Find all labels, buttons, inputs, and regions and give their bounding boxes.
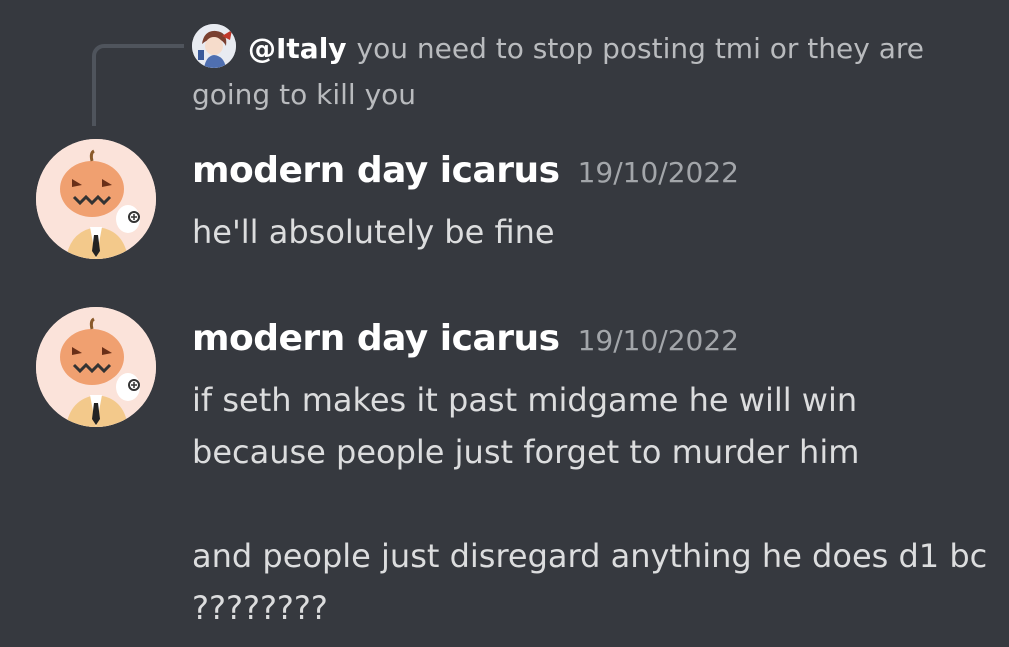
message-header: modern day icarus 19/10/2022	[192, 150, 739, 198]
timestamp[interactable]: 19/10/2022	[578, 324, 739, 357]
pumpkin-head-avatar-icon	[36, 139, 156, 259]
reply-connector-line	[92, 44, 184, 126]
pumpkin-head-avatar-icon	[36, 307, 156, 427]
avatar[interactable]	[36, 307, 156, 427]
message-header: modern day icarus 19/10/2022	[192, 318, 739, 366]
anime-character-avatar-icon	[192, 24, 236, 68]
chat-log: @Italy you need to stop posting tmi or th…	[0, 0, 1009, 647]
avatar[interactable]	[36, 139, 156, 259]
author-name[interactable]: modern day icarus	[192, 318, 560, 359]
reply-avatar[interactable]	[192, 24, 236, 68]
reply-author[interactable]: @Italy	[248, 32, 347, 65]
message-content: if seth makes it past midgame he will wi…	[192, 381, 988, 627]
author-name[interactable]: modern day icarus	[192, 150, 560, 191]
reply-preview[interactable]: @Italy you need to stop posting tmi or th…	[192, 24, 992, 118]
timestamp[interactable]: 19/10/2022	[578, 156, 739, 189]
message-content: he'll absolutely be fine	[192, 213, 555, 251]
